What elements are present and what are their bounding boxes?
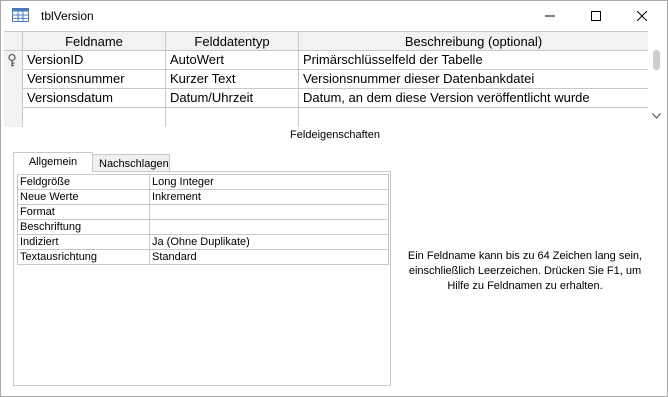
row-selector[interactable] xyxy=(4,70,23,89)
datatype-cell[interactable] xyxy=(166,108,299,127)
header-row-selector xyxy=(4,32,23,51)
property-value[interactable] xyxy=(149,204,389,220)
table-design-window: tblVersion Feldname Felddatentyp Beschre… xyxy=(0,0,668,397)
maximize-icon xyxy=(591,11,601,21)
property-label: Format xyxy=(17,204,150,220)
property-value[interactable]: Inkrement xyxy=(149,189,389,205)
table-row[interactable]: VersionID AutoWert Primärschlüsselfeld d… xyxy=(4,51,648,70)
close-icon xyxy=(637,11,647,21)
fieldname-cell[interactable] xyxy=(23,108,166,127)
description-cell[interactable]: Primärschlüsselfeld der Tabelle xyxy=(299,51,648,70)
property-row[interactable]: Feldgröße Long Integer xyxy=(17,174,389,190)
field-design-grid: Feldname Felddatentyp Beschreibung (opti… xyxy=(4,31,648,127)
table-row-new[interactable] xyxy=(4,108,648,127)
fieldname-cell[interactable]: VersionID xyxy=(23,51,166,70)
properties-table: Feldgröße Long Integer Neue Werte Inkrem… xyxy=(17,174,389,265)
row-selector[interactable] xyxy=(4,108,23,127)
scroll-down-icon[interactable] xyxy=(652,113,661,119)
close-button[interactable] xyxy=(619,1,665,31)
property-row[interactable]: Indiziert Ja (Ohne Duplikate) xyxy=(17,234,389,250)
column-header-fieldname[interactable]: Feldname xyxy=(23,32,166,51)
property-value[interactable]: Standard xyxy=(149,249,389,265)
scrollbar-thumb[interactable] xyxy=(653,50,660,70)
datatype-cell[interactable]: Datum/Uhrzeit xyxy=(166,89,299,108)
property-value[interactable]: Long Integer xyxy=(149,174,389,190)
minimize-button[interactable] xyxy=(527,1,573,31)
property-label: Indiziert xyxy=(17,234,150,250)
minimize-icon xyxy=(545,15,555,17)
property-value[interactable]: Ja (Ohne Duplikate) xyxy=(149,234,389,250)
description-cell[interactable]: Datum, an dem diese Version veröffentlic… xyxy=(299,89,648,108)
table-icon xyxy=(12,8,29,22)
fieldname-cell[interactable]: Versionsdatum xyxy=(23,89,166,108)
property-label: Beschriftung xyxy=(17,219,150,235)
fieldname-cell[interactable]: Versionsnummer xyxy=(23,70,166,89)
help-text: Ein Feldname kann bis zu 64 Zeichen lang… xyxy=(407,250,643,292)
property-row[interactable]: Format xyxy=(17,204,389,220)
description-cell[interactable]: Versionsnummer dieser Datenbankdatei xyxy=(299,70,648,89)
column-header-description[interactable]: Beschreibung (optional) xyxy=(299,32,648,51)
property-value[interactable] xyxy=(149,219,389,235)
row-selector[interactable] xyxy=(4,89,23,108)
property-label: Neue Werte xyxy=(17,189,150,205)
datatype-cell[interactable]: Kurzer Text xyxy=(166,70,299,89)
title-bar: tblVersion xyxy=(1,1,667,31)
property-row[interactable]: Beschriftung xyxy=(17,219,389,235)
window-title: tblVersion xyxy=(41,9,94,23)
tab-nachschlagen[interactable]: Nachschlagen xyxy=(92,154,170,172)
description-cell[interactable] xyxy=(299,108,648,127)
property-label: Textausrichtung xyxy=(17,249,150,265)
maximize-button[interactable] xyxy=(573,1,619,31)
tab-allgemein[interactable]: Allgemein xyxy=(13,152,93,172)
property-row[interactable]: Neue Werte Inkrement xyxy=(17,189,389,205)
vertical-scrollbar[interactable] xyxy=(649,47,664,127)
table-row[interactable]: Versionsdatum Datum/Uhrzeit Datum, an de… xyxy=(4,89,648,108)
table-row[interactable]: Versionsnummer Kurzer Text Versionsnumme… xyxy=(4,70,648,89)
primary-key-icon xyxy=(8,53,16,70)
datatype-cell[interactable]: AutoWert xyxy=(166,51,299,70)
field-properties-label: Feldeigenschaften xyxy=(290,129,380,141)
property-row[interactable]: Textausrichtung Standard xyxy=(17,249,389,265)
column-header-datatype[interactable]: Felddatentyp xyxy=(166,32,299,51)
row-selector[interactable] xyxy=(4,51,23,70)
field-properties-panel: Feldgröße Long Integer Neue Werte Inkrem… xyxy=(13,171,391,386)
grid-header: Feldname Felddatentyp Beschreibung (opti… xyxy=(4,32,648,51)
property-label: Feldgröße xyxy=(17,174,150,190)
